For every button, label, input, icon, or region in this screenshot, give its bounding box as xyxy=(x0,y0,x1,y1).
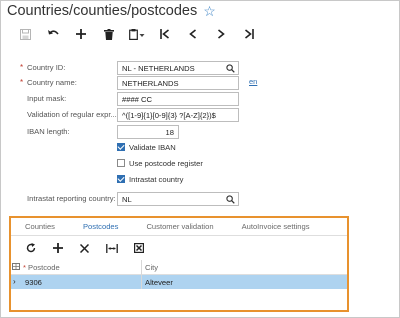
column-header-city[interactable]: City xyxy=(145,263,158,272)
postcodes-tab-panel: Counties Postcodes Customer validation A… xyxy=(9,216,349,312)
tab-bar: Counties Postcodes Customer validation A… xyxy=(11,221,324,236)
intrastat-reporting-field[interactable]: NL xyxy=(117,192,239,206)
previous-record-icon[interactable] xyxy=(179,25,207,43)
page-title: Countries/counties/postcodes xyxy=(7,3,198,19)
delete-row-icon[interactable] xyxy=(71,240,98,256)
last-record-icon[interactable] xyxy=(235,25,263,43)
save-icon[interactable] xyxy=(11,25,39,43)
tab-divider xyxy=(11,235,347,236)
refresh-icon[interactable] xyxy=(17,240,44,256)
tab-autoinvoice-settings[interactable]: AutoInvoice settings xyxy=(228,221,324,235)
validation-regex-label: Validation of regular expr... xyxy=(27,110,117,119)
intrastat-reporting-label: Intrastat reporting country: xyxy=(27,194,116,203)
country-name-value: NETHERLANDS xyxy=(122,79,179,88)
fit-columns-icon[interactable] xyxy=(98,240,125,256)
table-row[interactable]: › 9306 Alteveer xyxy=(11,275,347,289)
main-toolbar xyxy=(11,25,263,43)
validate-iban-checkbox[interactable] xyxy=(117,143,125,151)
country-id-label: Country ID: xyxy=(27,63,66,72)
validation-regex-value: ^([1-9]{1}[0-9]{3} ?[A-Z]{2})$ xyxy=(122,111,216,120)
intrastat-country-checkbox-row[interactable]: Intrastat country xyxy=(117,173,183,185)
language-link-en[interactable]: en xyxy=(249,77,257,86)
row-selector-icon[interactable] xyxy=(12,263,20,270)
clipboard-icon[interactable] xyxy=(123,25,151,43)
use-postcode-register-label: Use postcode register xyxy=(129,158,203,168)
input-mask-field[interactable]: #### CC xyxy=(117,92,239,106)
iban-length-label: IBAN length: xyxy=(27,127,70,136)
required-marker: * xyxy=(20,78,24,87)
column-header-postcode[interactable]: Postcode xyxy=(28,263,60,272)
country-name-field[interactable]: NETHERLANDS xyxy=(117,76,239,90)
use-postcode-register-checkbox-row[interactable]: Use postcode register xyxy=(117,157,203,169)
postcode-cell[interactable]: 9306 xyxy=(25,278,42,287)
search-icon[interactable] xyxy=(226,64,235,73)
required-marker: * xyxy=(20,63,24,72)
add-row-icon[interactable] xyxy=(44,240,71,256)
row-pointer-icon: › xyxy=(13,277,16,286)
undo-icon[interactable] xyxy=(39,25,67,43)
add-icon[interactable] xyxy=(67,25,95,43)
favorite-star-icon[interactable]: ☆ xyxy=(203,4,216,18)
validate-iban-checkbox-row[interactable]: Validate IBAN xyxy=(117,141,176,153)
country-name-row: * Country name: NETHERLANDS xyxy=(1,75,400,91)
validation-regex-field[interactable]: ^([1-9]{1}[0-9]{3} ?[A-Z]{2})$ xyxy=(117,108,239,122)
validate-iban-label: Validate IBAN xyxy=(129,142,176,152)
column-divider xyxy=(141,260,142,289)
tab-postcodes[interactable]: Postcodes xyxy=(68,221,133,236)
iban-length-value: 18 xyxy=(165,128,174,137)
use-postcode-register-checkbox[interactable] xyxy=(117,159,125,167)
intrastat-country-checkbox[interactable] xyxy=(117,175,125,183)
export-excel-icon[interactable] xyxy=(125,240,152,256)
title-bar: Countries/counties/postcodes ☆ xyxy=(7,1,216,21)
country-id-value: NL - NETHERLANDS xyxy=(122,64,195,73)
first-record-icon[interactable] xyxy=(151,25,179,43)
input-mask-value: #### CC xyxy=(122,95,152,104)
input-mask-label: Input mask: xyxy=(27,94,67,103)
required-marker: * xyxy=(23,263,26,272)
tab-customer-validation[interactable]: Customer validation xyxy=(132,221,227,235)
next-record-icon[interactable] xyxy=(207,25,235,43)
grid-toolbar xyxy=(17,240,152,256)
intrastat-country-label: Intrastat country xyxy=(129,174,184,184)
country-name-label: Country name: xyxy=(27,78,77,87)
search-icon[interactable] xyxy=(226,195,235,204)
grid-header: * Postcode City xyxy=(11,260,347,275)
app-window: Countries/counties/postcodes ☆ * Country… xyxy=(0,0,400,318)
intrastat-reporting-value: NL xyxy=(122,195,132,204)
iban-length-field[interactable]: 18 xyxy=(117,125,179,139)
tab-counties[interactable]: Counties xyxy=(11,221,69,235)
city-cell[interactable]: Alteveer xyxy=(145,278,173,287)
delete-icon[interactable] xyxy=(95,25,123,43)
country-id-field[interactable]: NL - NETHERLANDS xyxy=(117,61,239,75)
